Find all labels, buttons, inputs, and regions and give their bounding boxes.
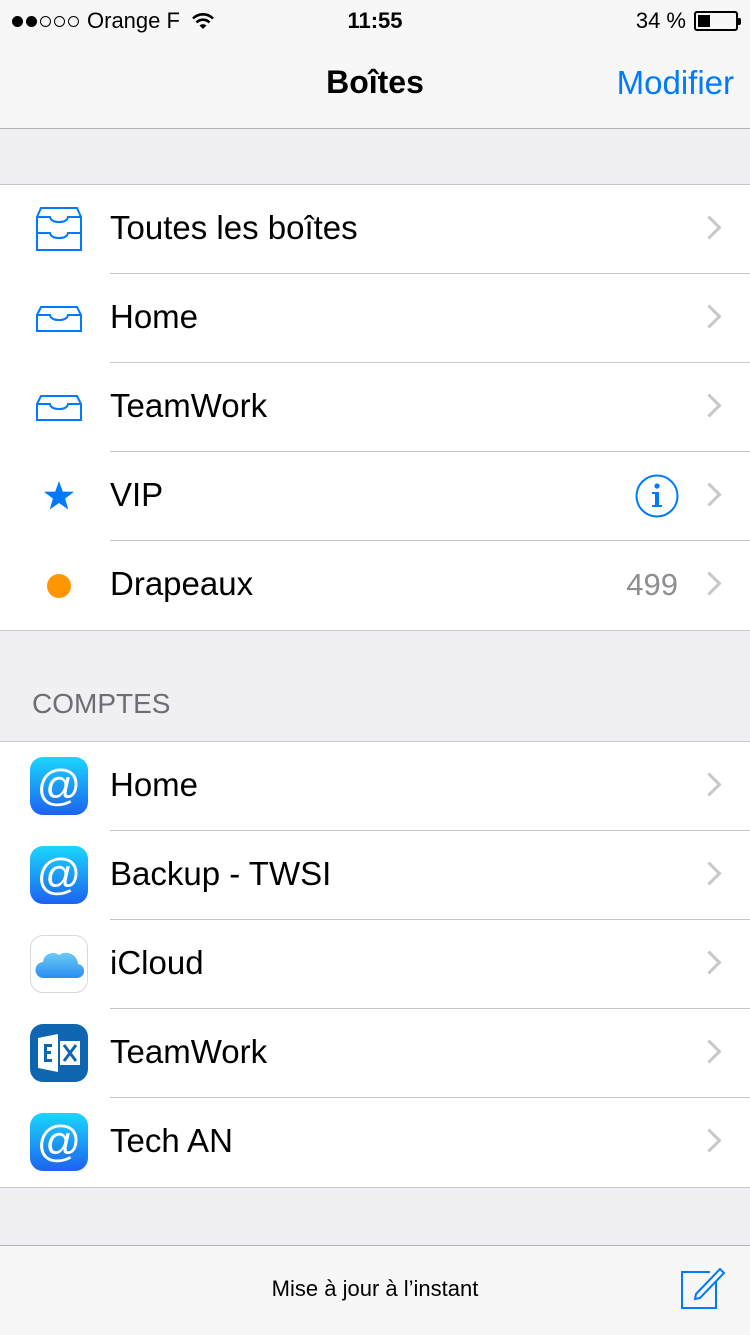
- navigation-bar: Boîtes Modifier: [0, 40, 750, 129]
- bottom-toolbar: Mise à jour à l’instant: [0, 1245, 750, 1335]
- chevron-right-icon: [697, 950, 722, 975]
- chevron-right-icon: [697, 1128, 722, 1153]
- account-row-home[interactable]: @ Home: [0, 742, 750, 831]
- battery-percent: 34 %: [635, 8, 686, 33]
- inbox-icon: [36, 395, 82, 421]
- mailbox-row-vip[interactable]: VIP: [0, 452, 750, 541]
- chevron-right-icon: [697, 304, 722, 329]
- account-row-backup-twsi[interactable]: @ Backup - TWSI: [0, 831, 750, 920]
- flag-dot-icon: [47, 574, 71, 598]
- info-icon[interactable]: [635, 474, 679, 518]
- chevron-right-icon: [697, 571, 722, 596]
- account-row-tech-an[interactable]: @ Tech AN: [0, 1098, 750, 1187]
- mailbox-row-home[interactable]: Home: [0, 274, 750, 363]
- mailbox-row-all-inboxes[interactable]: Toutes les boîtes: [0, 185, 750, 274]
- sync-status: Mise à jour à l’instant: [271, 1276, 479, 1301]
- chevron-right-icon: [697, 215, 722, 240]
- inbox-icon: [36, 306, 82, 332]
- mailbox-label: VIP: [110, 476, 164, 513]
- accounts-list: @ Home @ Backup - TWSI iCloud TeamWork @…: [0, 741, 750, 1188]
- mailbox-label: Toutes les boîtes: [110, 209, 358, 246]
- status-bar: Orange F 11:55 34 %: [0, 0, 750, 40]
- chevron-right-icon: [697, 393, 722, 418]
- mailbox-label: Drapeaux: [110, 565, 254, 602]
- status-right: 34 %: [635, 8, 741, 34]
- mailboxes-list: Toutes les boîtes Home TeamWork VIP Drap…: [0, 184, 750, 631]
- accounts-section-header: COMPTES: [32, 688, 171, 719]
- mailbox-label: TeamWork: [110, 387, 268, 424]
- all-inboxes-icon: [36, 207, 82, 251]
- battery-icon: [694, 11, 741, 31]
- chevron-right-icon: [697, 772, 722, 797]
- account-label: iCloud: [110, 944, 204, 981]
- at-mail-icon: @: [30, 846, 88, 904]
- at-mail-icon: @: [30, 757, 88, 815]
- account-label: Tech AN: [110, 1122, 233, 1159]
- chevron-right-icon: [697, 861, 722, 886]
- account-row-teamwork[interactable]: TeamWork: [0, 1009, 750, 1098]
- at-mail-icon: @: [30, 1113, 88, 1171]
- account-label: Home: [110, 766, 199, 803]
- compose-icon[interactable]: [680, 1266, 726, 1310]
- account-label: TeamWork: [110, 1033, 268, 1070]
- mailbox-row-teamwork[interactable]: TeamWork: [0, 363, 750, 452]
- exchange-icon: [30, 1024, 88, 1082]
- star-icon: [44, 481, 74, 510]
- edit-button[interactable]: Modifier: [617, 64, 734, 102]
- account-label: Backup - TWSI: [110, 855, 332, 892]
- account-row-icloud[interactable]: iCloud: [0, 920, 750, 1009]
- unread-count: 499: [626, 567, 678, 602]
- battery-fill: [698, 15, 710, 27]
- chevron-right-icon: [697, 1039, 722, 1064]
- mailbox-row-flagged[interactable]: Drapeaux 499: [0, 541, 750, 630]
- mailbox-label: Home: [110, 298, 199, 335]
- icloud-icon: [30, 935, 88, 993]
- chevron-right-icon: [697, 482, 722, 507]
